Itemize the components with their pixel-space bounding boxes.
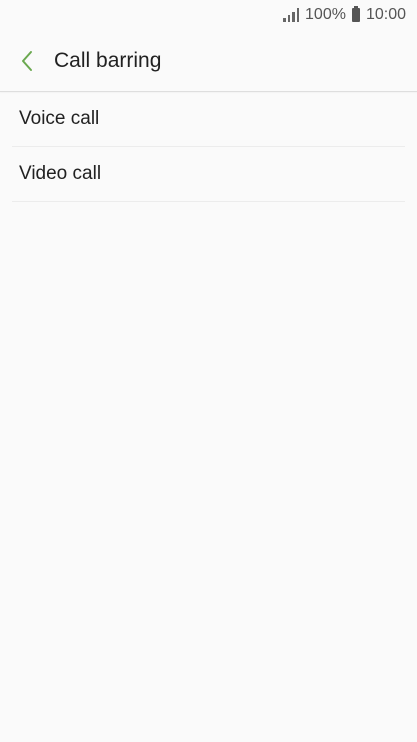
battery-icon xyxy=(351,6,360,22)
back-button[interactable] xyxy=(6,40,48,82)
chevron-left-icon xyxy=(22,50,32,71)
signal-icon xyxy=(283,8,300,22)
settings-list: Voice call Video call xyxy=(0,92,417,202)
page-title: Call barring xyxy=(54,48,162,72)
status-time: 10:00 xyxy=(365,6,406,23)
list-item-label: Voice call xyxy=(19,108,100,129)
list-item-label: Video call xyxy=(19,163,102,184)
screen: 100% 10:00 Call barring Voice call Video… xyxy=(0,0,417,742)
list-item-video-call[interactable]: Video call xyxy=(12,147,405,202)
list-item-voice-call[interactable]: Voice call xyxy=(12,92,405,147)
battery-percent: 100% xyxy=(305,6,346,23)
status-bar: 100% 10:00 xyxy=(0,0,417,30)
app-header: Call barring xyxy=(0,30,417,92)
